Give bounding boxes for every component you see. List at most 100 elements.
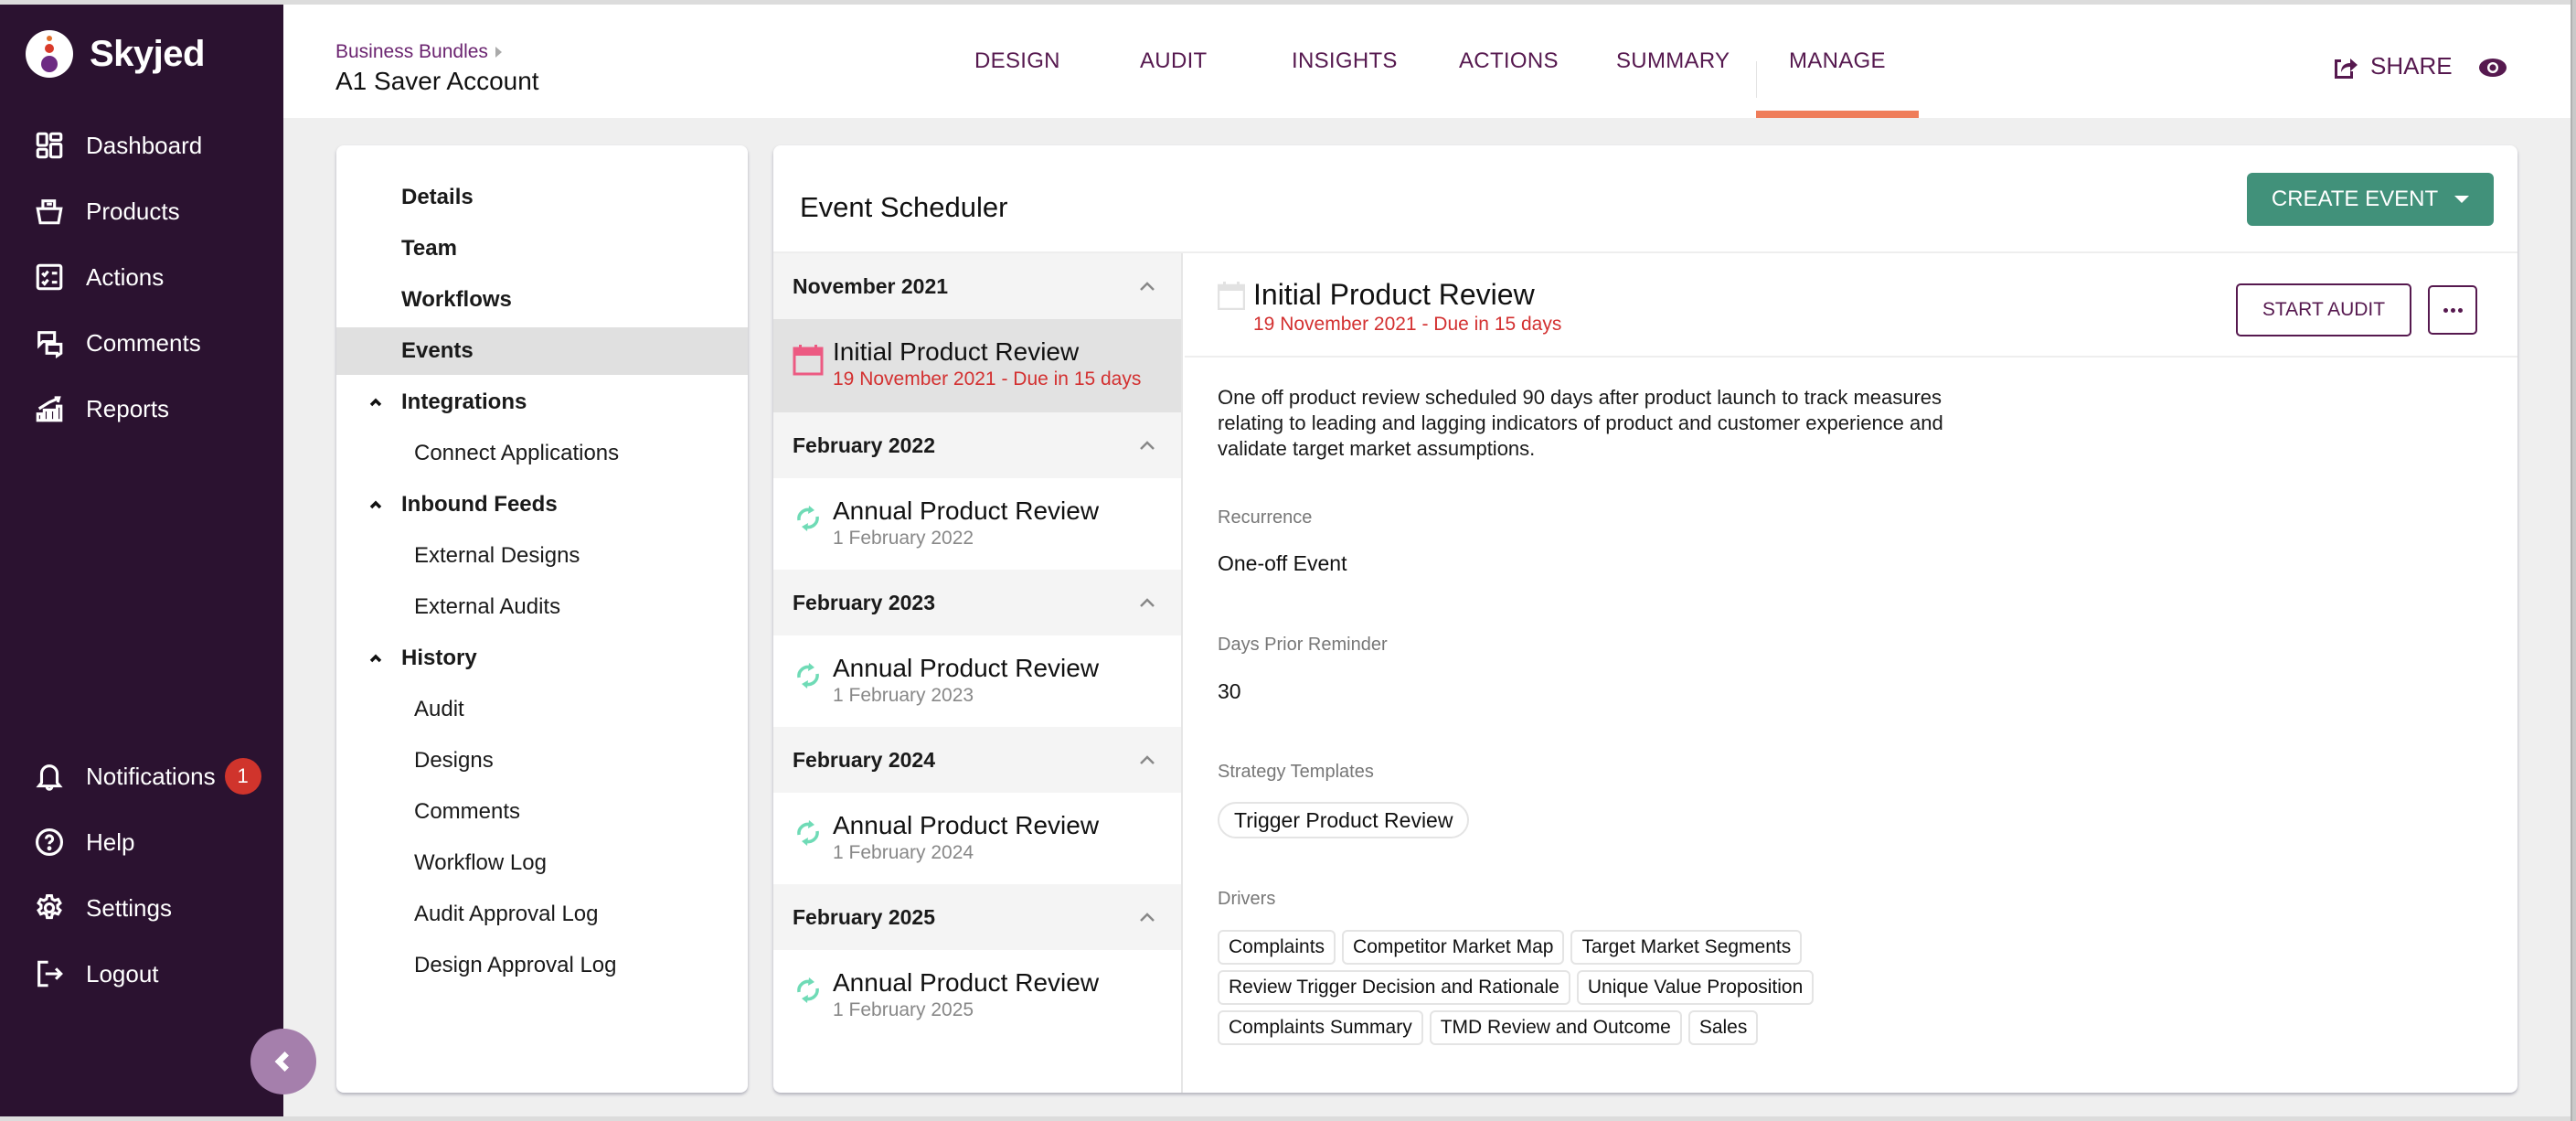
driver-chip[interactable]: TMD Review and Outcome [1429, 1010, 1682, 1045]
manage-nav-team[interactable]: Team [336, 225, 748, 272]
month-group-header[interactable]: February 2022 [773, 412, 1181, 478]
sidebar-item-reports[interactable]: Reports [0, 376, 283, 442]
share-button[interactable]: SHARE [2332, 52, 2453, 80]
manage-nav-details[interactable]: Details [336, 174, 748, 221]
tab-audit[interactable]: AUDIT [1140, 5, 1208, 118]
recurring-icon [797, 977, 819, 1003]
recurring-icon [797, 663, 819, 689]
manage-nav-label: Events [401, 338, 474, 363]
sidebar-item-actions[interactable]: Actions [0, 244, 283, 310]
event-name: Annual Product Review [833, 654, 1100, 682]
calendar-icon [1218, 282, 1245, 310]
manage-nav-history[interactable]: History [336, 635, 748, 682]
chevron-up-icon [367, 481, 384, 528]
manage-nav-connect-applications[interactable]: Connect Applications [336, 430, 748, 477]
sidebar-item-help[interactable]: Help [0, 809, 283, 875]
manage-nav-external-audits[interactable]: External Audits [336, 583, 748, 631]
tab-summary[interactable]: SUMMARY [1616, 5, 1730, 118]
sidebar: Skyjed Dashboard Products Actions Commen… [0, 5, 283, 1116]
sidebar-item-logout[interactable]: Logout [0, 941, 283, 1007]
driver-chip[interactable]: Unique Value Proposition [1576, 970, 1815, 1005]
month-group-header[interactable]: February 2024 [773, 727, 1181, 793]
chevron-up-icon [1140, 282, 1155, 291]
logo[interactable]: Skyjed [26, 30, 205, 78]
event-date: 1 February 2023 [833, 685, 974, 706]
gear-icon [33, 891, 66, 924]
driver-chip[interactable]: Sales [1687, 1010, 1759, 1045]
manage-nav-label: External Designs [414, 543, 580, 568]
reports-icon [33, 392, 66, 425]
collapse-sidebar-button[interactable] [250, 1029, 316, 1094]
drivers-label: Drivers [1218, 889, 1276, 909]
more-options-button[interactable] [2428, 285, 2477, 335]
month-group-header[interactable]: February 2025 [773, 884, 1181, 950]
comments-icon [33, 326, 66, 359]
chevron-left-icon [274, 1052, 289, 1072]
event-detail: Initial Product Review 19 November 2021 … [1185, 253, 2517, 1093]
manage-nav-history-designs[interactable]: Designs [336, 737, 748, 785]
chevron-up-icon [1140, 755, 1155, 764]
tab-divider [1756, 61, 1757, 98]
event-list-item[interactable]: Annual Product Review 1 February 2024 [773, 793, 1181, 884]
eye-icon[interactable] [2478, 58, 2507, 78]
share-icon [2335, 58, 2358, 79]
tab-manage[interactable]: MANAGE [1756, 5, 1919, 118]
breadcrumb-link[interactable]: Business Bundles [335, 41, 488, 63]
template-chip[interactable]: Trigger Product Review [1218, 802, 1470, 838]
month-label: February 2022 [793, 432, 935, 457]
event-name: Initial Product Review [833, 337, 1080, 366]
sidebar-item-comments[interactable]: Comments [0, 310, 283, 376]
month-group-header[interactable]: November 2021 [773, 253, 1181, 319]
manage-nav-events[interactable]: Events [336, 327, 748, 375]
manage-nav-integrations[interactable]: Integrations [336, 379, 748, 426]
breadcrumb: Business Bundles [335, 41, 502, 63]
tab-design[interactable]: DESIGN [974, 5, 1060, 118]
dashboard-icon [33, 129, 66, 162]
sidebar-main-nav: Dashboard Products Actions Comments Repo… [0, 112, 283, 442]
manage-nav-external-designs[interactable]: External Designs [336, 532, 748, 580]
month-group-header[interactable]: February 2023 [773, 570, 1181, 635]
create-event-label: CREATE EVENT [2271, 187, 2439, 211]
reminder-value: 30 [1218, 679, 1241, 703]
sidebar-item-dashboard[interactable]: Dashboard [0, 112, 283, 178]
driver-chip[interactable]: Competitor Market Map [1342, 930, 1565, 965]
manage-nav-inbound-feeds[interactable]: Inbound Feeds [336, 481, 748, 528]
sidebar-item-products[interactable]: Products [0, 178, 283, 244]
recurring-icon [797, 820, 819, 846]
event-date: 1 February 2024 [833, 842, 974, 863]
create-event-button[interactable]: CREATE EVENT [2247, 173, 2494, 226]
recurrence-label: Recurrence [1218, 507, 1313, 528]
event-date: 19 November 2021 - Due in 15 days [833, 368, 1142, 390]
sidebar-item-notifications[interactable]: Notifications 1 [0, 743, 283, 809]
event-list-item[interactable]: Annual Product Review 1 February 2023 [773, 635, 1181, 727]
tab-actions[interactable]: ACTIONS [1459, 5, 1559, 118]
manage-nav-design-approval-log[interactable]: Design Approval Log [336, 942, 748, 989]
tab-insights[interactable]: INSIGHTS [1292, 5, 1398, 118]
driver-chip[interactable]: Target Market Segments [1570, 930, 1803, 965]
chevron-up-icon [367, 379, 384, 426]
event-list-item[interactable]: Annual Product Review 1 February 2022 [773, 478, 1181, 570]
driver-chip[interactable]: Complaints [1218, 930, 1336, 965]
sidebar-item-settings[interactable]: Settings [0, 875, 283, 941]
manage-nav-label: Details [401, 185, 474, 209]
month-label: February 2024 [793, 747, 935, 772]
sidebar-item-label: Comments [86, 328, 201, 357]
event-list-item[interactable]: Initial Product Review 19 November 2021 … [773, 319, 1181, 412]
event-scheduler-title: Event Scheduler [800, 191, 1008, 223]
event-list-item[interactable]: Annual Product Review 1 February 2025 [773, 950, 1181, 1041]
manage-nav-history-comments[interactable]: Comments [336, 788, 748, 836]
driver-chip[interactable]: Complaints Summary [1218, 1010, 1423, 1045]
manage-nav-label: Comments [414, 799, 521, 824]
start-audit-button[interactable]: START AUDIT [2236, 283, 2411, 336]
manage-nav-workflows[interactable]: Workflows [336, 276, 748, 324]
month-label: November 2021 [793, 273, 949, 298]
manage-nav-workflow-log[interactable]: Workflow Log [336, 839, 748, 887]
notification-count-badge: 1 [224, 758, 261, 795]
top-header: Business Bundles A1 Saver Account DESIGN… [283, 5, 2571, 118]
driver-chip[interactable]: Review Trigger Decision and Rationale [1218, 970, 1570, 1005]
manage-nav-audit-approval-log[interactable]: Audit Approval Log [336, 891, 748, 938]
actions-icon [33, 261, 66, 294]
manage-nav-history-audit[interactable]: Audit [336, 686, 748, 733]
sidebar-item-label: Notifications [86, 762, 216, 790]
manage-nav-label: Audit [414, 697, 464, 721]
